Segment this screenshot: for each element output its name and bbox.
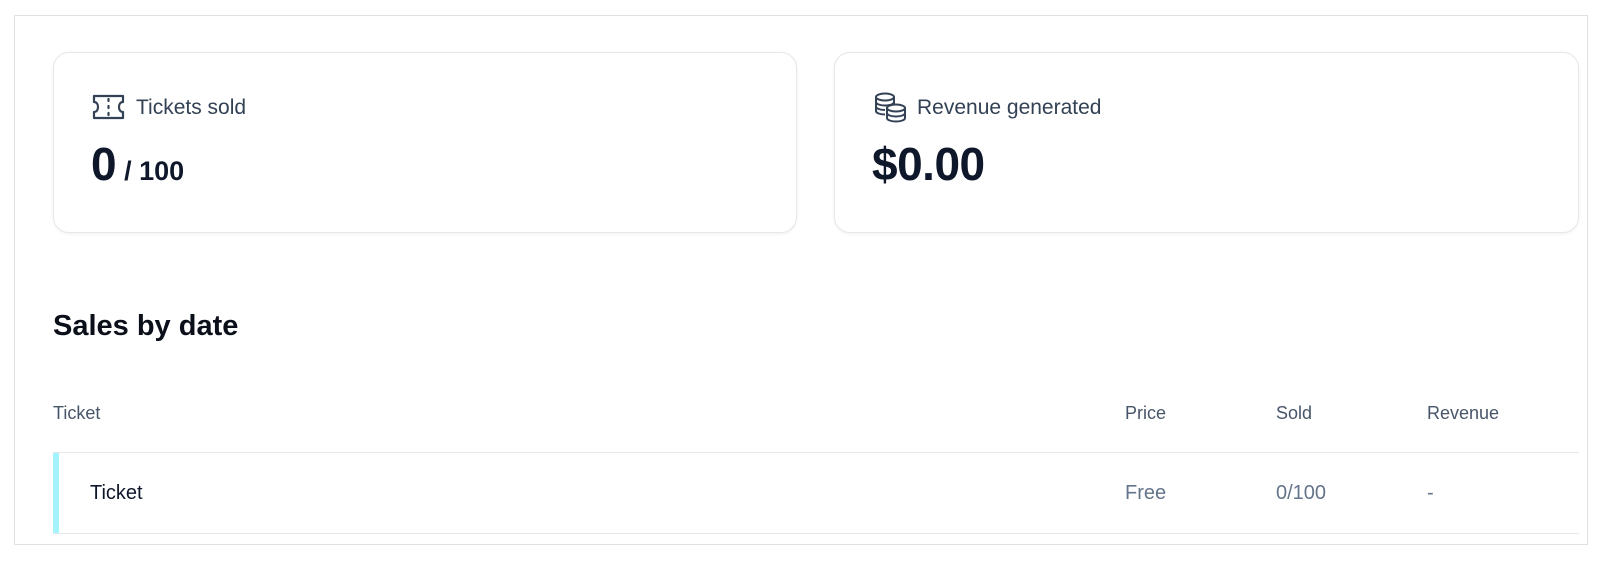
coins-icon bbox=[872, 91, 907, 123]
revenue-generated-card: Revenue generated $0.00 bbox=[834, 52, 1579, 233]
tickets-sold-value: 0 / 100 bbox=[91, 141, 184, 187]
revenue-label: Revenue generated bbox=[917, 95, 1102, 119]
sold-cell: 0/100 bbox=[1276, 482, 1327, 504]
tickets-sold-count: 0 bbox=[91, 138, 117, 190]
column-header-price: Price bbox=[1125, 403, 1167, 423]
column-header-sold: Sold bbox=[1276, 403, 1313, 423]
report-panel: Tickets sold 0 / 100 Revenue generated $… bbox=[14, 15, 1588, 545]
column-header-ticket: Ticket bbox=[53, 403, 101, 423]
revenue-header: Revenue generated bbox=[872, 91, 1101, 123]
revenue-cell: - bbox=[1427, 482, 1434, 504]
tickets-sold-label: Tickets sold bbox=[136, 95, 247, 119]
table-row[interactable]: Ticket Free 0/100 - bbox=[53, 453, 1579, 534]
revenue-value: $0.00 bbox=[872, 141, 985, 187]
tickets-sold-header: Tickets sold bbox=[91, 91, 246, 123]
sales-table-header: Ticket Price Sold Revenue bbox=[53, 392, 1579, 453]
sales-table: Ticket Price Sold Revenue Ticket Free 0/… bbox=[53, 392, 1579, 534]
revenue-amount: $0.00 bbox=[872, 138, 985, 190]
column-header-revenue: Revenue bbox=[1427, 403, 1500, 423]
price-cell: Free bbox=[1125, 482, 1167, 504]
ticket-name-cell: Ticket bbox=[90, 482, 143, 504]
ticket-icon bbox=[91, 91, 126, 123]
row-accent-bar bbox=[53, 453, 59, 533]
sales-by-date-title: Sales by date bbox=[53, 310, 239, 342]
tickets-sold-card: Tickets sold 0 / 100 bbox=[53, 52, 797, 233]
tickets-capacity: / 100 bbox=[124, 156, 185, 186]
